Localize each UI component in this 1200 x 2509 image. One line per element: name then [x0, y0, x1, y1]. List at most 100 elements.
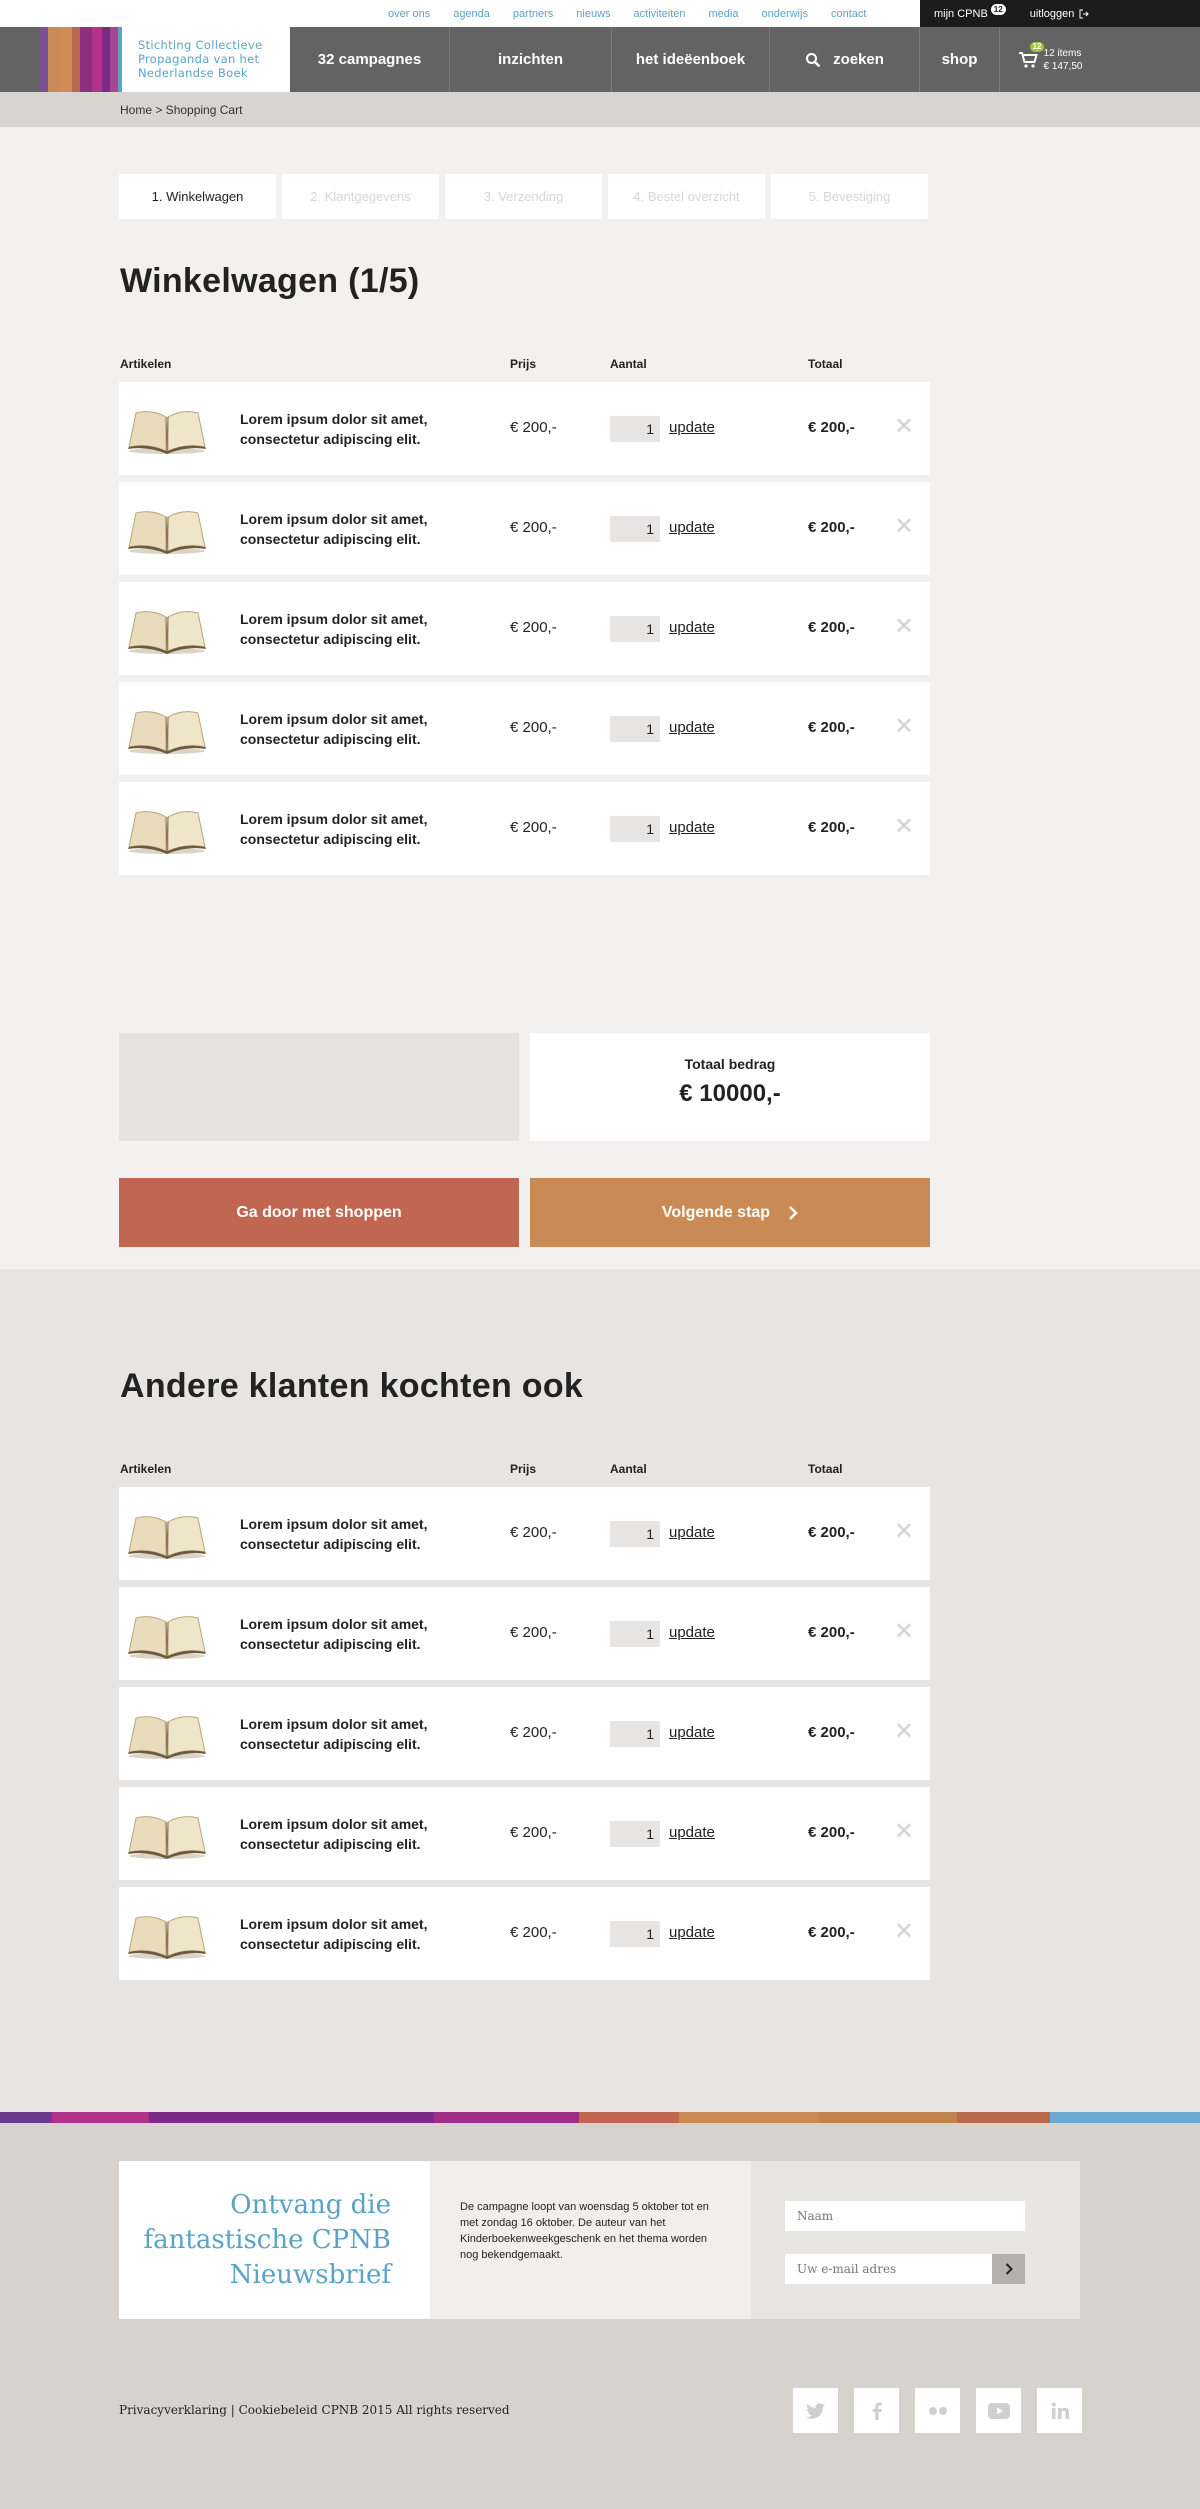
table-row: Lorem ipsum dolor sit amet, consectetur a… — [119, 382, 930, 475]
newsletter-form — [751, 2161, 1080, 2319]
nav-inzichten[interactable]: inzichten — [450, 27, 612, 92]
remove-icon[interactable]: ✕ — [894, 412, 914, 441]
remove-icon[interactable]: ✕ — [894, 512, 914, 541]
quantity-input[interactable]: 1 — [610, 616, 660, 642]
book-image[interactable] — [126, 1504, 208, 1562]
quantity-input[interactable]: 1 — [610, 716, 660, 742]
book-image[interactable] — [126, 1604, 208, 1662]
name-field[interactable] — [785, 2201, 1025, 2231]
top-link-contact[interactable]: contact — [831, 8, 866, 20]
step-verzending[interactable]: 3. Verzending — [445, 174, 602, 219]
product-title[interactable]: Lorem ipsum dolor sit amet, consectetur a… — [240, 1814, 427, 1854]
update-link[interactable]: update — [669, 1724, 715, 1741]
product-title[interactable]: Lorem ipsum dolor sit amet, consectetur a… — [240, 1914, 427, 1954]
nav-shop[interactable]: shop — [920, 27, 1000, 92]
cart-items: 12 items — [1043, 47, 1082, 59]
step-winkelwagen[interactable]: 1. Winkelwagen — [119, 174, 276, 219]
book-image[interactable] — [126, 1904, 208, 1962]
product-price: € 200,- — [510, 419, 557, 436]
update-link[interactable]: update — [669, 619, 715, 636]
cart-summary[interactable]: 12 12 items € 147,50 — [1000, 27, 1100, 92]
quantity-input[interactable]: 1 — [610, 1621, 660, 1647]
subscribe-button[interactable] — [992, 2254, 1025, 2284]
logout-link[interactable]: uitloggen — [1030, 8, 1090, 20]
top-link-onderwijs[interactable]: onderwijs — [761, 8, 807, 20]
email-field[interactable] — [785, 2254, 1025, 2284]
flickr-icon[interactable] — [915, 2388, 960, 2433]
step-bestel-overzicht[interactable]: 4. Bestel overzicht — [608, 174, 765, 219]
quantity-input[interactable]: 1 — [610, 1521, 660, 1547]
cpnb-logo[interactable]: Stichting Collectieve Propaganda van het… — [118, 27, 290, 92]
book-image[interactable] — [126, 399, 208, 457]
top-link-partners[interactable]: partners — [513, 8, 553, 20]
facebook-icon[interactable] — [854, 2388, 899, 2433]
quantity-input[interactable]: 1 — [610, 416, 660, 442]
update-link[interactable]: update — [669, 1924, 715, 1941]
top-link-agenda[interactable]: agenda — [453, 8, 490, 20]
product-title[interactable]: Lorem ipsum dolor sit amet, consectetur a… — [240, 1714, 427, 1754]
nav-ideeenboek[interactable]: het ideëenboek — [612, 27, 770, 92]
top-bar: over ons agenda partners nieuws activite… — [0, 0, 1200, 27]
quantity-input[interactable]: 1 — [610, 516, 660, 542]
quantity-input[interactable]: 1 — [610, 1721, 660, 1747]
legal-links[interactable]: Privacyverklaring | Cookiebeleid CPNB 20… — [119, 2403, 510, 2417]
next-step-button[interactable]: Volgende stap — [530, 1178, 930, 1247]
remove-icon[interactable]: ✕ — [894, 812, 914, 841]
header-totaal: Totaal — [808, 1462, 843, 1476]
product-title[interactable]: Lorem ipsum dolor sit amet, consectetur a… — [240, 1614, 427, 1654]
mijn-cpnb-link[interactable]: mijn CPNB 12 — [934, 4, 1006, 20]
row-total: € 200,- — [808, 1924, 855, 1941]
step-klantgegevens[interactable]: 2. Klantgegevens — [282, 174, 439, 219]
book-image[interactable] — [126, 699, 208, 757]
row-total: € 200,- — [808, 1624, 855, 1641]
quantity-input[interactable]: 1 — [610, 816, 660, 842]
remove-icon[interactable]: ✕ — [894, 1617, 914, 1646]
others-rows: Lorem ipsum dolor sit amet, consectetur a… — [119, 1487, 930, 1987]
top-links: over ons agenda partners nieuws activite… — [388, 0, 889, 27]
total-box: Totaal bedrag € 10000,- — [530, 1033, 930, 1141]
update-link[interactable]: update — [669, 1824, 715, 1841]
quantity-input[interactable]: 1 — [610, 1821, 660, 1847]
top-link-over-ons[interactable]: over ons — [388, 8, 430, 20]
continue-shopping-button[interactable]: Ga door met shoppen — [119, 1178, 519, 1247]
header-prijs: Prijs — [510, 357, 537, 371]
update-link[interactable]: update — [669, 519, 715, 536]
remove-icon[interactable]: ✕ — [894, 612, 914, 641]
update-link[interactable]: update — [669, 819, 715, 836]
nav-zoeken[interactable]: zoeken — [770, 27, 920, 92]
book-image[interactable] — [126, 499, 208, 557]
youtube-icon[interactable] — [976, 2388, 1021, 2433]
product-title[interactable]: Lorem ipsum dolor sit amet, consectetur a… — [240, 509, 427, 549]
book-image[interactable] — [126, 1704, 208, 1762]
update-link[interactable]: update — [669, 1624, 715, 1641]
top-link-activiteiten[interactable]: activiteiten — [634, 8, 686, 20]
product-title[interactable]: Lorem ipsum dolor sit amet, consectetur a… — [240, 1514, 427, 1554]
remove-icon[interactable]: ✕ — [894, 712, 914, 741]
row-total: € 200,- — [808, 819, 855, 836]
remove-icon[interactable]: ✕ — [894, 1717, 914, 1746]
breadcrumb[interactable]: Home > Shopping Cart — [0, 92, 1200, 127]
product-price: € 200,- — [510, 719, 557, 736]
quantity-input[interactable]: 1 — [610, 1921, 660, 1947]
update-link[interactable]: update — [669, 419, 715, 436]
product-title[interactable]: Lorem ipsum dolor sit amet, consectetur a… — [240, 709, 427, 749]
step-bevestiging[interactable]: 5. Bevestiging — [771, 174, 928, 219]
remove-icon[interactable]: ✕ — [894, 1817, 914, 1846]
product-title[interactable]: Lorem ipsum dolor sit amet, consectetur a… — [240, 609, 427, 649]
remove-icon[interactable]: ✕ — [894, 1917, 914, 1946]
product-title[interactable]: Lorem ipsum dolor sit amet, consectetur a… — [240, 809, 427, 849]
linkedin-icon[interactable] — [1037, 2388, 1082, 2433]
twitter-icon[interactable] — [793, 2388, 838, 2433]
nav-campagnes[interactable]: 32 campagnes — [290, 27, 450, 92]
book-image[interactable] — [126, 799, 208, 857]
product-title[interactable]: Lorem ipsum dolor sit amet, consectetur a… — [240, 409, 427, 449]
book-image[interactable] — [126, 599, 208, 657]
update-link[interactable]: update — [669, 1524, 715, 1541]
checkout-steps: 1. Winkelwagen 2. Klantgegevens 3. Verze… — [119, 174, 928, 219]
top-link-nieuws[interactable]: nieuws — [576, 8, 610, 20]
update-link[interactable]: update — [669, 719, 715, 736]
remove-icon[interactable]: ✕ — [894, 1517, 914, 1546]
header-prijs: Prijs — [510, 1462, 537, 1476]
top-link-media[interactable]: media — [709, 8, 739, 20]
book-image[interactable] — [126, 1804, 208, 1862]
